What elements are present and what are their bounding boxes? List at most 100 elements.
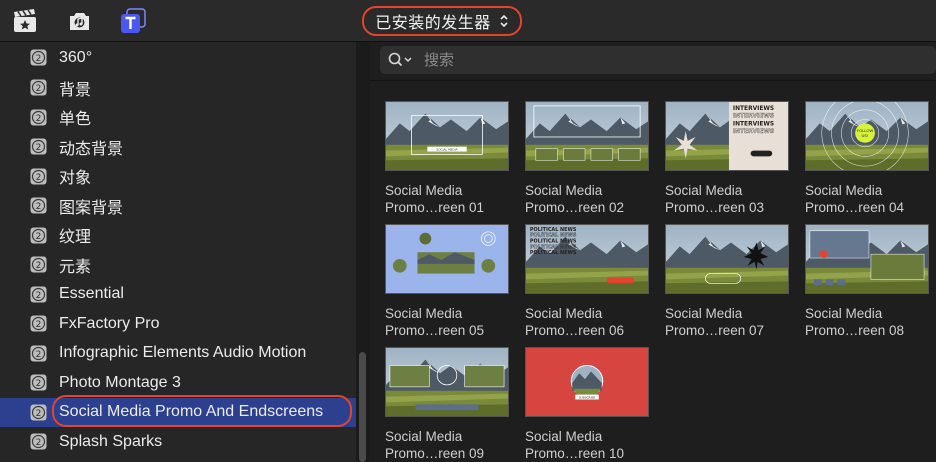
generator-thumbnail[interactable] (385, 224, 509, 294)
generator-thumbnail[interactable] (665, 224, 789, 294)
generator-tile[interactable]: INTERVIEWS INTERVIEWS INTERVIEWS INTERVIEWS… (665, 101, 789, 216)
generator-caption: Social Media Promo…reen 03 (665, 182, 789, 216)
sidebar-scrollbar[interactable] (359, 352, 366, 462)
sidebar-item[interactable]: 2 360° (0, 43, 356, 73)
sidebar-item-label: Infographic Elements Audio Motion (59, 344, 307, 362)
caption-line-1: Social Media (385, 306, 463, 321)
sidebar-item[interactable]: 2 Splash Sparks (0, 427, 356, 457)
generator-caption: Social Media Promo…reen 04 (805, 182, 929, 216)
dropdown-label: 已安装的发生器 (375, 15, 491, 32)
generator-thumbnail[interactable]: SUBSCRIBE (525, 347, 649, 417)
generator-thumbnail[interactable] (525, 101, 649, 171)
generator-tile[interactable]: SOCIAL MEDIA Social Media Promo…reen 01 (385, 101, 509, 216)
generator-tile[interactable]: Social Media Promo…reen 08 (805, 224, 929, 339)
generator-tile[interactable]: SUBSCRIBE Social Media Promo…reen 10 (525, 347, 649, 462)
svg-text:2: 2 (36, 54, 42, 64)
generator-caption: Social Media Promo…reen 10 (525, 428, 649, 462)
generator-category-icon: 2 (30, 168, 47, 185)
svg-text:2: 2 (36, 350, 42, 360)
generator-tile[interactable]: Social Media Promo…reen 09 (385, 347, 509, 462)
generator-tile[interactable]: Social Media Promo…reen 07 (665, 224, 789, 339)
generator-category-icon: 2 (30, 345, 47, 362)
generator-category-dropdown[interactable]: 已安装的发生器 (362, 6, 522, 36)
svg-text:2: 2 (36, 173, 42, 183)
search-icon[interactable] (388, 52, 414, 68)
sidebar-item-label: 元素 (59, 258, 92, 276)
generator-tile[interactable]: FOLLOW US! Social Media Promo…reen 04 (805, 101, 929, 216)
svg-text:SUBSCRIBE: SUBSCRIBE (579, 395, 596, 399)
caption-line-2: Promo…reen 08 (805, 323, 905, 338)
generator-caption: Social Media Promo…reen 08 (805, 305, 929, 339)
generator-category-icon: 2 (30, 256, 47, 273)
music-camera-icon[interactable] (66, 8, 92, 34)
svg-text:2: 2 (36, 202, 42, 212)
generator-category-icon: 2 (30, 138, 47, 155)
caption-line-2: Promo…reen 09 (385, 446, 485, 461)
svg-text:INTERVIEWS: INTERVIEWS (733, 121, 774, 127)
sidebar-item-label: 背景 (59, 81, 92, 99)
sidebar-item-label: 对象 (59, 170, 92, 188)
sidebar-item[interactable]: 2 纹理 (0, 221, 356, 251)
caption-line-2: Promo…reen 06 (525, 323, 625, 338)
generator-thumbnail[interactable]: SOCIAL MEDIA (385, 101, 509, 171)
sidebar-item[interactable]: 2 单色 (0, 103, 356, 133)
svg-text:INTERVIEWS: INTERVIEWS (733, 114, 774, 120)
sidebar-item[interactable]: 2 Essential (0, 280, 356, 310)
sidebar-item[interactable]: 2 FxFactory Pro (0, 309, 356, 339)
caption-line-2: Promo…reen 03 (665, 200, 765, 215)
generator-thumbnail[interactable]: POLITICAL NEWS POLITICAL NEWS POLITICAL NE… (525, 224, 649, 294)
generator-thumbnail[interactable] (385, 347, 509, 417)
sidebar-item[interactable]: 2 对象 (0, 162, 356, 192)
sidebar-item[interactable]: 2 图案背景 (0, 191, 356, 221)
generator-category-icon: 2 (30, 404, 47, 421)
generator-tile[interactable]: Social Media Promo…reen 05 (385, 224, 509, 339)
title-t-icon[interactable] (120, 8, 146, 34)
caption-line-1: Social Media (805, 183, 883, 198)
caption-line-1: Social Media (665, 183, 743, 198)
chevron-up-down-icon (500, 14, 508, 28)
generator-caption: Social Media Promo…reen 05 (385, 305, 509, 339)
caption-line-2: Promo…reen 02 (525, 200, 625, 215)
generator-category-icon: 2 (30, 374, 47, 391)
sidebar-item[interactable]: 2 Infographic Elements Audio Motion (0, 339, 356, 369)
generator-tile[interactable]: POLITICAL NEWS POLITICAL NEWS POLITICAL NE… (525, 224, 649, 339)
generator-thumbnail[interactable] (805, 224, 929, 294)
caption-line-1: Social Media (525, 429, 603, 444)
sidebar-item-label: 动态背景 (59, 140, 124, 158)
generator-thumbnail[interactable]: FOLLOW US! (805, 101, 929, 171)
generator-caption: Social Media Promo…reen 01 (385, 182, 509, 216)
generator-category-icon: 2 (30, 227, 47, 244)
caption-line-1: Social Media (525, 183, 603, 198)
svg-text:2: 2 (36, 438, 42, 448)
sidebar-item-label: Splash Sparks (59, 432, 163, 450)
caption-line-2: Promo…reen 01 (385, 200, 485, 215)
sidebar-item[interactable]: 2 Photo Montage 3 (0, 368, 356, 398)
generator-thumbnail[interactable]: INTERVIEWS INTERVIEWS INTERVIEWS INTERVIEWS (665, 101, 789, 171)
sidebar-item[interactable]: 2 元素 (0, 250, 356, 280)
caption-line-1: Social Media (385, 429, 463, 444)
svg-text:SOCIAL MEDIA: SOCIAL MEDIA (436, 148, 457, 152)
sidebar-item[interactable]: 2 Social Media Promo And Endscreens (0, 397, 356, 427)
sidebar-item-label: Social Media Promo And Endscreens (59, 403, 324, 421)
clapper-star-icon[interactable] (12, 8, 38, 34)
search-input[interactable] (424, 49, 904, 71)
generator-caption: Social Media Promo…reen 06 (525, 305, 649, 339)
sidebar-item-label: Photo Montage 3 (59, 373, 181, 391)
sidebar-item-label: Essential (59, 285, 124, 303)
generator-category-icon: 2 (30, 286, 47, 303)
generator-caption: Social Media Promo…reen 09 (385, 428, 509, 462)
sidebar-item-label: 纹理 (59, 229, 92, 247)
generator-browser: SOCIAL MEDIASocial MediaPromo…reen 01Soc… (370, 42, 936, 462)
sidebar-item[interactable]: 2 背景 (0, 73, 356, 103)
generator-tile[interactable]: Social Media Promo…reen 02 (525, 101, 649, 216)
generator-category-icon: 2 (30, 49, 47, 66)
svg-text:2: 2 (36, 291, 42, 301)
sidebar-item-label: 单色 (59, 111, 92, 129)
caption-line-2: Promo…reen 05 (385, 323, 485, 338)
svg-text:2: 2 (36, 232, 42, 242)
generator-category-icon: 2 (30, 315, 47, 332)
caption-line-2: Promo…reen 07 (665, 323, 765, 338)
sidebar-item[interactable]: 2 动态背景 (0, 132, 356, 162)
caption-line-1: Social Media (525, 306, 603, 321)
search-bar[interactable] (380, 46, 936, 74)
